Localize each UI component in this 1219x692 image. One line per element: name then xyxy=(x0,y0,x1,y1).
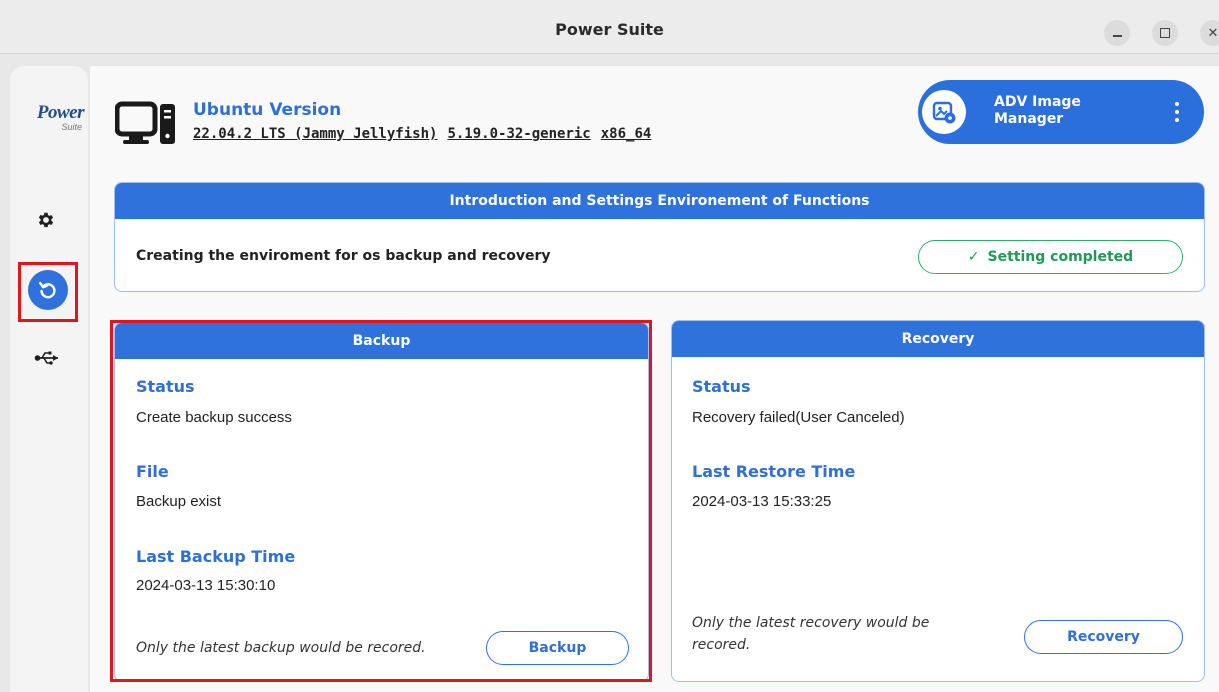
os-title: Ubuntu Version xyxy=(193,100,342,120)
adv-label-line2: Manager xyxy=(994,111,1064,127)
window-title: Power Suite xyxy=(555,20,664,39)
recovery-status-value: Recovery failed(User Canceled) xyxy=(692,409,905,426)
recovery-time-label: Last Restore Time xyxy=(692,462,856,481)
backup-time-value: 2024-03-13 15:30:10 xyxy=(136,577,276,594)
maximize-button[interactable] xyxy=(1152,20,1178,46)
image-settings-icon xyxy=(922,90,966,134)
logo-line2: Suite xyxy=(61,122,82,132)
recovery-time-value: 2024-03-13 15:33:25 xyxy=(692,493,832,510)
recovery-note-line2: recored. xyxy=(692,637,751,653)
recovery-header: Recovery xyxy=(672,321,1204,357)
adv-label-line1: ADV Image xyxy=(994,94,1081,110)
backup-status-label: Status xyxy=(136,377,195,396)
recovery-card: Recovery Status Recovery failed(User Can… xyxy=(671,320,1205,682)
os-version: 22.04.2 LTS (Jammy Jellyfish) xyxy=(193,126,438,142)
os-details: 22.04.2 LTS (Jammy Jellyfish) 5.19.0-32-g… xyxy=(193,126,661,142)
backup-button[interactable]: Backup xyxy=(486,631,629,665)
adv-image-manager-button[interactable]: ADV Image Manager xyxy=(918,80,1204,144)
backup-card: Backup Status Create backup success File… xyxy=(114,322,649,682)
app-logo: Power Suite xyxy=(18,102,85,132)
computer-icon xyxy=(115,101,175,144)
adv-label: ADV Image Manager xyxy=(994,94,1114,128)
minimize-button[interactable] xyxy=(1104,20,1130,46)
setting-status-badge: ✓ Setting completed xyxy=(918,240,1183,274)
more-vert-icon[interactable] xyxy=(1172,100,1182,124)
intro-card: Introduction and Settings Environement o… xyxy=(114,182,1205,292)
recovery-button[interactable]: Recovery xyxy=(1024,620,1183,654)
usb-icon[interactable] xyxy=(34,348,60,368)
os-kernel: 5.19.0-32-generic xyxy=(447,126,591,142)
backup-file-value: Backup exist xyxy=(136,493,222,510)
recovery-note: Only the latest recovery would be recore… xyxy=(692,612,929,656)
intro-header: Introduction and Settings Environement o… xyxy=(115,183,1204,219)
backup-note: Only the latest backup would be recored. xyxy=(136,640,426,656)
intro-description: Creating the enviroment for os backup an… xyxy=(136,248,551,264)
backup-time-label: Last Backup Time xyxy=(136,547,296,566)
gear-icon[interactable] xyxy=(36,210,56,230)
restore-icon xyxy=(39,281,56,299)
sidebar-item-backup-recovery[interactable] xyxy=(28,270,68,310)
sidebar xyxy=(10,66,88,692)
recovery-status-label: Status xyxy=(692,377,751,396)
backup-header: Backup xyxy=(115,323,648,359)
backup-file-label: File xyxy=(136,462,169,481)
close-button[interactable]: ✕ xyxy=(1200,20,1219,46)
check-icon: ✓ xyxy=(967,249,980,265)
backup-status-value: Create backup success xyxy=(136,409,292,426)
title-bar: Power Suite ✕ xyxy=(0,0,1219,54)
setting-status-label: Setting completed xyxy=(987,249,1134,265)
os-arch: x86_64 xyxy=(600,126,652,142)
logo-line1: Power xyxy=(36,102,85,123)
recovery-note-line1: Only the latest recovery would be xyxy=(692,615,930,631)
